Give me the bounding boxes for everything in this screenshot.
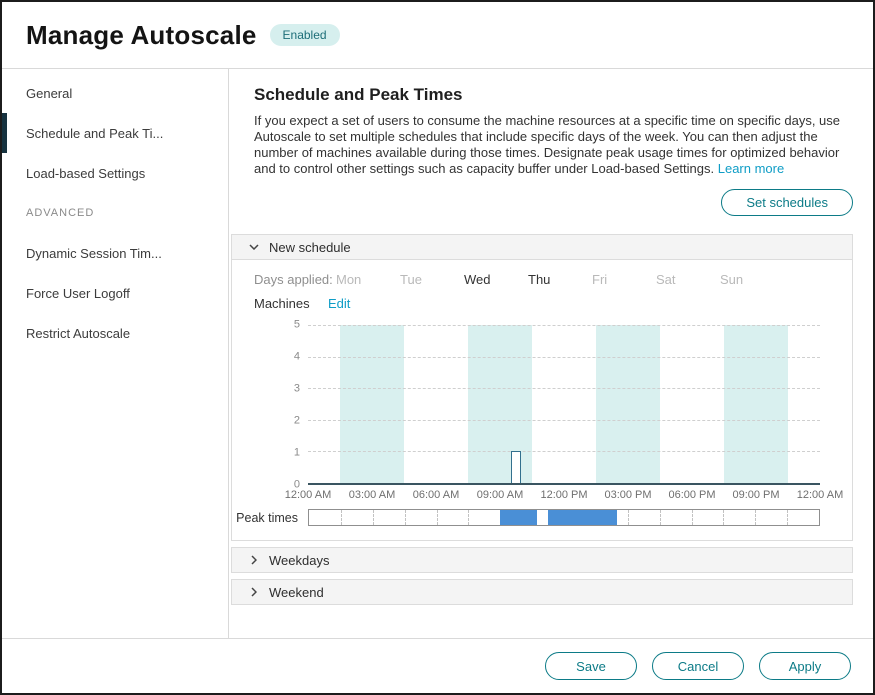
- days-applied-row: Days applied: MonTueWedThuFriSatSun: [254, 272, 820, 287]
- footer: Save Cancel Apply: [2, 638, 873, 693]
- peak-bar-tick: [660, 510, 661, 525]
- manage-autoscale-window: Manage Autoscale Enabled GeneralSchedule…: [0, 0, 875, 695]
- peak-bar-tick: [628, 510, 629, 525]
- y-axis-tick-label: 3: [294, 384, 300, 395]
- new-schedule-content: Days applied: MonTueWedThuFriSatSun Mach…: [231, 260, 853, 541]
- peak-time-segment[interactable]: [500, 510, 537, 525]
- shaded-time-band: [340, 325, 404, 483]
- shaded-time-band: [468, 325, 532, 483]
- chevron-down-icon: [249, 244, 259, 250]
- accordion-weekend-header[interactable]: Weekend: [231, 579, 853, 605]
- peak-bar-tick: [373, 510, 374, 525]
- accordion-weekdays: Weekdays: [231, 547, 853, 573]
- peak-times-row: Peak times: [254, 509, 820, 526]
- day-fri: Fri: [592, 272, 656, 287]
- chevron-right-icon: [249, 555, 259, 565]
- day-mon: Mon: [336, 272, 400, 287]
- shaded-time-band: [724, 325, 788, 483]
- day-wed: Wed: [464, 272, 528, 287]
- peak-bar-tick: [341, 510, 342, 525]
- peak-bar-tick: [437, 510, 438, 525]
- machines-row: Machines Edit: [254, 296, 820, 311]
- y-axis-tick-label: 4: [294, 352, 300, 363]
- peak-bar-tick: [787, 510, 788, 525]
- cancel-button[interactable]: Cancel: [652, 652, 744, 680]
- status-badge: Enabled: [270, 24, 340, 46]
- x-axis-tick-label: 09:00 AM: [477, 489, 523, 501]
- description: If you expect a set of users to consume …: [254, 113, 855, 177]
- main-panel: Schedule and Peak Times If you expect a …: [229, 69, 873, 638]
- gridline: [308, 325, 820, 326]
- sidebar-item-general[interactable]: General: [2, 73, 228, 113]
- x-axis-tick-label: 06:00 PM: [668, 489, 715, 501]
- accordion-label: Weekdays: [269, 553, 329, 568]
- sidebar-item-load-based-settings[interactable]: Load-based Settings: [2, 153, 228, 193]
- chart-y-axis: 012345: [254, 325, 308, 485]
- y-axis-tick-label: 2: [294, 416, 300, 427]
- day-sun: Sun: [720, 272, 784, 287]
- page-title: Manage Autoscale: [26, 20, 257, 51]
- peak-time-segment[interactable]: [548, 510, 617, 525]
- y-axis-tick-label: 5: [294, 320, 300, 331]
- peak-bar-tick: [468, 510, 469, 525]
- accordion-weekdays-header[interactable]: Weekdays: [231, 547, 853, 573]
- gridline: [308, 451, 820, 452]
- peak-bar-tick: [405, 510, 406, 525]
- set-schedules-button[interactable]: Set schedules: [721, 189, 853, 216]
- accordion-new-schedule: New schedule Days applied: MonTueWedThuF…: [231, 234, 853, 541]
- machines-label: Machines: [254, 296, 328, 311]
- learn-more-link[interactable]: Learn more: [718, 161, 784, 176]
- shaded-time-band: [596, 325, 660, 483]
- peak-bar-tick: [755, 510, 756, 525]
- accordion-new-schedule-header[interactable]: New schedule: [231, 234, 853, 260]
- sidebar-item-schedule-and-peak-times[interactable]: Schedule and Peak Ti...: [2, 113, 228, 153]
- days-applied-label: Days applied:: [254, 272, 336, 287]
- peak-bar-tick: [723, 510, 724, 525]
- sidebar: GeneralSchedule and Peak Ti...Load-based…: [2, 69, 229, 638]
- x-axis-tick-label: 06:00 AM: [413, 489, 459, 501]
- peak-times-label: Peak times: [254, 511, 308, 525]
- machines-chart: 012345 12:00 AM03:00 AM06:00 AM09:00 AM1…: [254, 325, 820, 503]
- machines-chart-plot: [308, 325, 820, 485]
- accordion-label: New schedule: [269, 240, 351, 255]
- sidebar-item-force-user-logoff[interactable]: Force User Logoff: [2, 273, 228, 313]
- edit-link[interactable]: Edit: [328, 296, 350, 311]
- section-title: Schedule and Peak Times: [254, 85, 853, 105]
- accordion-label: Weekend: [269, 585, 324, 600]
- peak-times-bar[interactable]: [308, 509, 820, 526]
- accordion-weekend: Weekend: [231, 579, 853, 605]
- header: Manage Autoscale Enabled: [2, 2, 873, 69]
- x-axis-tick-label: 09:00 PM: [732, 489, 779, 501]
- machines-step: [511, 451, 522, 483]
- sidebar-section-label: ADVANCED: [2, 193, 228, 233]
- sidebar-item-dynamic-session-timeouts[interactable]: Dynamic Session Tim...: [2, 233, 228, 273]
- day-tue: Tue: [400, 272, 464, 287]
- save-button[interactable]: Save: [545, 652, 637, 680]
- day-thu: Thu: [528, 272, 592, 287]
- gridline: [308, 357, 820, 358]
- peak-bar-tick: [692, 510, 693, 525]
- chart-x-axis: 12:00 AM03:00 AM06:00 AM09:00 AM12:00 PM…: [308, 485, 820, 503]
- x-axis-tick-label: 03:00 AM: [349, 489, 395, 501]
- sidebar-item-restrict-autoscale[interactable]: Restrict Autoscale: [2, 313, 228, 353]
- apply-button[interactable]: Apply: [759, 652, 851, 680]
- gridline: [308, 388, 820, 389]
- x-axis-tick-label: 03:00 PM: [604, 489, 651, 501]
- y-axis-tick-label: 1: [294, 448, 300, 459]
- gridline: [308, 420, 820, 421]
- x-axis-tick-label: 12:00 AM: [285, 489, 331, 501]
- chevron-right-icon: [249, 587, 259, 597]
- day-sat: Sat: [656, 272, 720, 287]
- schedules-list: New schedule Days applied: MonTueWedThuF…: [231, 234, 853, 605]
- x-axis-tick-label: 12:00 AM: [797, 489, 843, 501]
- x-axis-tick-label: 12:00 PM: [540, 489, 587, 501]
